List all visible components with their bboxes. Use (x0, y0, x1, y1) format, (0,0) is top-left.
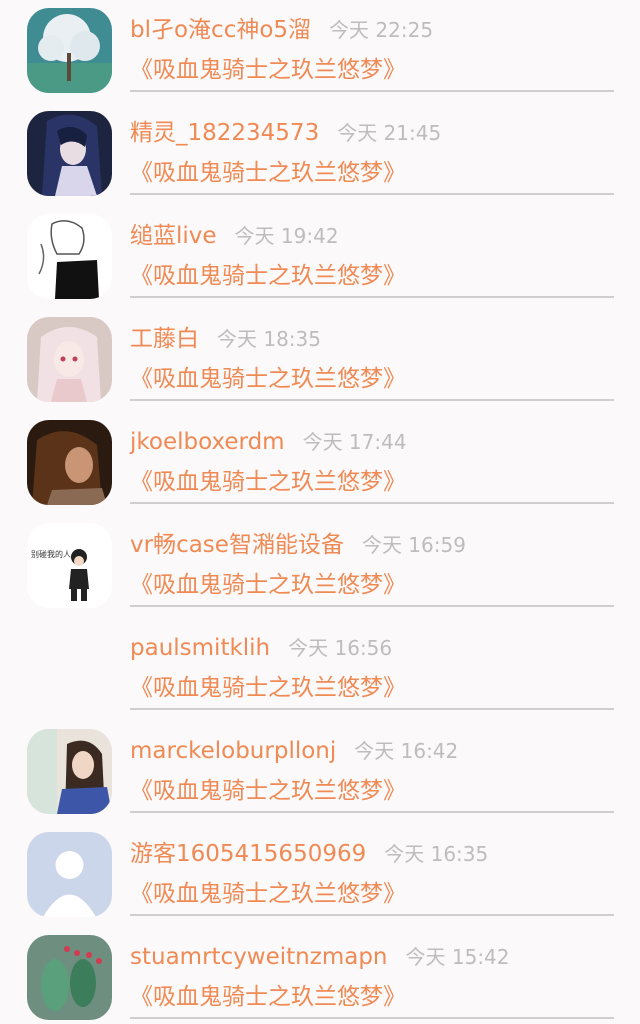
work-title-link[interactable]: 《吸血鬼骑士之玖兰悠梦》 (130, 260, 406, 292)
divider (130, 90, 614, 92)
timestamp: 今天 22:25 (329, 18, 434, 42)
list-item[interactable]: marckeloburpllonj 今天 16:42 《吸血鬼骑士之玖兰悠梦》 (0, 721, 640, 824)
avatar[interactable] (27, 832, 112, 917)
avatar[interactable] (27, 626, 112, 711)
list-item[interactable]: 工藤白 今天 18:35 《吸血鬼骑士之玖兰悠梦》 (0, 309, 640, 412)
divider (130, 811, 614, 813)
avatar[interactable] (27, 935, 112, 1020)
sketch-girl-avatar-icon (27, 214, 112, 299)
list-item[interactable]: 游客1605415650969 今天 16:35 《吸血鬼骑士之玖兰悠梦》 (0, 824, 640, 927)
list-item[interactable]: bl孑o淹cc神o5溜 今天 22:25 《吸血鬼骑士之玖兰悠梦》 (0, 0, 640, 103)
divider (130, 296, 614, 298)
default-user-avatar-icon (27, 832, 112, 917)
username[interactable]: 精灵_182234573 今天 21:45 (130, 117, 441, 149)
username[interactable]: 游客1605415650969 今天 16:35 (130, 838, 488, 870)
username[interactable]: paulsmitklih 今天 16:56 (130, 632, 392, 664)
work-title-link[interactable]: 《吸血鬼骑士之玖兰悠梦》 (130, 54, 406, 86)
work-title-link[interactable]: 《吸血鬼骑士之玖兰悠梦》 (130, 775, 406, 807)
timestamp: 今天 15:42 (405, 945, 510, 969)
portrait-dark-avatar-icon (27, 420, 112, 505)
avatar[interactable] (27, 111, 112, 196)
timestamp: 今天 19:42 (234, 224, 339, 248)
comment-list: bl孑o淹cc神o5溜 今天 22:25 《吸血鬼骑士之玖兰悠梦》 精灵_1822… (0, 0, 640, 1024)
divider (130, 399, 614, 401)
anime-girl-pink-avatar-icon (27, 317, 112, 402)
list-item[interactable]: 精灵_182234573 今天 21:45 《吸血鬼骑士之玖兰悠梦》 (0, 103, 640, 206)
username[interactable]: bl孑o淹cc神o5溜 今天 22:25 (130, 14, 433, 46)
avatar[interactable] (27, 214, 112, 299)
avatar[interactable] (27, 420, 112, 505)
work-title-link[interactable]: 《吸血鬼骑士之玖兰悠梦》 (130, 466, 406, 498)
cactus-avatar-icon (27, 935, 112, 1020)
timestamp: 今天 16:35 (384, 842, 489, 866)
list-item[interactable]: jkoelboxerdm 今天 17:44 《吸血鬼骑士之玖兰悠梦》 (0, 412, 640, 515)
girl-window-avatar-icon (27, 729, 112, 814)
username[interactable]: jkoelboxerdm 今天 17:44 (130, 426, 407, 458)
list-item[interactable]: 别碰我的人 vr畅case智潲能设备 今天 16:59 《吸血鬼骑士之玖兰悠梦》 (0, 515, 640, 618)
list-item[interactable]: paulsmitklih 今天 16:56 《吸血鬼骑士之玖兰悠梦》 (0, 618, 640, 721)
work-title-link[interactable]: 《吸血鬼骑士之玖兰悠梦》 (130, 878, 406, 910)
work-title-link[interactable]: 《吸血鬼骑士之玖兰悠梦》 (130, 363, 406, 395)
timestamp: 今天 16:59 (361, 533, 466, 557)
timestamp: 今天 16:56 (288, 636, 393, 660)
timestamp: 今天 17:44 (302, 430, 407, 454)
username[interactable]: marckeloburpllonj 今天 16:42 (130, 735, 458, 767)
username[interactable]: vr畅case智潲能设备 今天 16:59 (130, 529, 466, 561)
divider (130, 708, 614, 710)
cartoon-boy-avatar-icon: 别碰我的人 (27, 523, 112, 608)
work-title-link[interactable]: 《吸血鬼骑士之玖兰悠梦》 (130, 981, 406, 1013)
blank-avatar-icon (27, 626, 112, 711)
timestamp: 今天 21:45 (337, 121, 442, 145)
avatar[interactable] (27, 729, 112, 814)
list-item[interactable]: 缒蓝live 今天 19:42 《吸血鬼骑士之玖兰悠梦》 (0, 206, 640, 309)
work-title-link[interactable]: 《吸血鬼骑士之玖兰悠梦》 (130, 157, 406, 189)
divider (130, 193, 614, 195)
timestamp: 今天 16:42 (354, 739, 459, 763)
divider (130, 502, 614, 504)
avatar[interactable] (27, 317, 112, 402)
work-title-link[interactable]: 《吸血鬼骑士之玖兰悠梦》 (130, 569, 406, 601)
username[interactable]: 缒蓝live 今天 19:42 (130, 220, 339, 252)
avatar[interactable]: 别碰我的人 (27, 523, 112, 608)
tree-avatar-icon (27, 8, 112, 93)
anime-girl-dark-avatar-icon (27, 111, 112, 196)
timestamp: 今天 18:35 (217, 327, 321, 351)
avatar[interactable] (27, 8, 112, 93)
list-item[interactable]: stuamrtcyweitnzmapn 今天 15:42 《吸血鬼骑士之玖兰悠梦》 (0, 927, 640, 1024)
username[interactable]: stuamrtcyweitnzmapn 今天 15:42 (130, 941, 510, 973)
username[interactable]: 工藤白 今天 18:35 (130, 323, 321, 355)
divider (130, 1017, 614, 1019)
divider (130, 605, 614, 607)
svg-text:别碰我的人: 别碰我的人 (31, 549, 71, 559)
divider (130, 914, 614, 916)
work-title-link[interactable]: 《吸血鬼骑士之玖兰悠梦》 (130, 672, 406, 704)
